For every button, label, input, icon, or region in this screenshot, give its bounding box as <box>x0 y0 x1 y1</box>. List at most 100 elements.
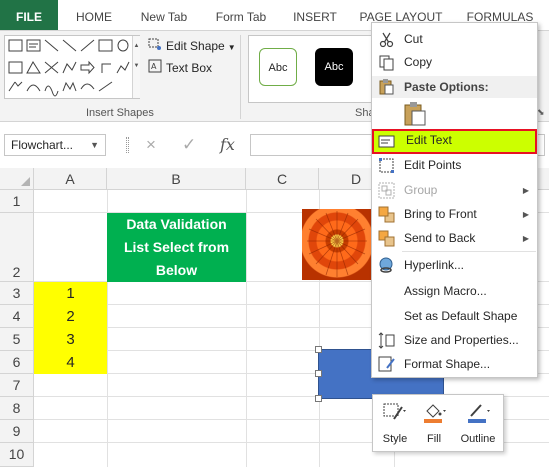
group-icon <box>378 182 395 199</box>
edit-points-icon <box>378 157 395 174</box>
svg-text:A: A <box>151 62 157 71</box>
enter-icon[interactable]: ✓ <box>182 134 196 156</box>
resize-handle[interactable] <box>315 370 322 377</box>
shape-styles-gallery[interactable]: Abc Abc <box>248 35 378 103</box>
dialog-launcher-icon[interactable]: ⬊ <box>537 107 545 118</box>
row-header-5[interactable]: 5 <box>0 328 34 351</box>
resize-handle[interactable] <box>315 346 322 353</box>
paste-options-header: Paste Options: <box>372 76 537 98</box>
submenu-arrow-icon: ▶ <box>522 210 529 219</box>
row-header-1[interactable]: 1 <box>0 190 34 213</box>
column-header-b[interactable]: B <box>107 168 246 190</box>
outline-pen-icon <box>465 401 491 425</box>
paste-options-label: Paste Options: <box>404 80 489 94</box>
tab-insert[interactable]: INSERT <box>284 0 346 30</box>
cell-a4[interactable]: 2 <box>34 305 107 328</box>
copy-icon <box>378 54 395 71</box>
ribbon-separator <box>240 35 241 119</box>
green-box-line-1: Data Validation <box>126 216 227 232</box>
paste-icon <box>378 78 395 102</box>
row-header-4[interactable]: 4 <box>0 305 34 328</box>
name-box-value: Flowchart... <box>11 138 74 152</box>
row-header-9[interactable]: 9 <box>0 420 34 443</box>
flower-picture[interactable] <box>302 209 372 280</box>
copy-label: Copy <box>404 55 433 69</box>
bring-to-front-icon <box>378 206 395 223</box>
size-properties-icon <box>378 332 395 349</box>
menu-item-copy[interactable]: Copy <box>372 51 537 74</box>
menu-item-group[interactable]: Group ▶ <box>372 179 537 202</box>
green-box-line-2: List Select from <box>123 239 230 255</box>
menu-item-assign-macro[interactable]: Assign Macro... <box>372 280 537 303</box>
edit-shape-label: Edit Shape <box>166 39 225 53</box>
row-header-10[interactable]: 10 <box>0 443 34 467</box>
insert-function-icon[interactable]: fx <box>220 134 235 156</box>
row-header-6[interactable]: 6 <box>0 351 34 374</box>
bring-to-front-label: Bring to Front <box>404 207 477 221</box>
send-to-back-label: Send to Back <box>404 231 476 245</box>
column-header-c[interactable]: C <box>246 168 319 190</box>
text-box-label: Text Box <box>166 61 213 75</box>
menu-item-send-to-back[interactable]: Send to Back ▶ <box>372 227 537 250</box>
text-box-button[interactable]: A Text Box <box>148 59 212 77</box>
set-default-shape-label: Set as Default Shape <box>404 309 518 323</box>
tab-file[interactable]: FILE <box>0 0 58 30</box>
format-shape-label: Format Shape... <box>404 357 491 371</box>
style-label: Style <box>382 433 408 445</box>
menu-separator <box>402 251 536 252</box>
style-swatch-outline[interactable]: Abc <box>259 48 297 86</box>
style-swatch-black[interactable]: Abc <box>315 48 353 86</box>
cut-label: Cut <box>404 32 423 46</box>
select-all-corner[interactable] <box>0 168 34 190</box>
edit-shape-button[interactable]: Edit Shape ▼ <box>148 37 236 55</box>
context-menu: Cut Copy Paste Options: Edit Text Edit P… <box>371 22 538 378</box>
gridline <box>246 190 247 467</box>
row-header-8[interactable]: 8 <box>0 397 34 420</box>
green-box-line-3: Below <box>155 262 198 278</box>
send-to-back-icon <box>378 230 395 247</box>
menu-item-hyperlink[interactable]: Hyperlink... <box>372 254 537 277</box>
menu-item-cut[interactable]: Cut <box>372 28 537 51</box>
shapes-gallery[interactable]: ▲ ▼ <box>4 35 140 99</box>
hyperlink-label: Hyperlink... <box>404 258 465 272</box>
row-header-2[interactable]: 2 <box>0 213 34 282</box>
scissors-icon <box>378 31 395 48</box>
tab-home[interactable]: HOME <box>62 0 126 30</box>
paste-keep-source-icon[interactable] <box>402 101 428 127</box>
tab-form-tab[interactable]: Form Tab <box>205 0 277 30</box>
menu-item-format-shape[interactable]: Format Shape... <box>372 353 537 376</box>
menu-item-bring-to-front[interactable]: Bring to Front ▶ <box>372 203 537 226</box>
gallery-up-icon[interactable]: ▲ <box>133 36 140 56</box>
group-label: Group <box>404 183 438 197</box>
data-validation-label-box[interactable]: Data Validation List Select from Below <box>107 213 246 282</box>
cancel-icon[interactable]: × <box>146 134 156 156</box>
menu-item-edit-text[interactable]: Edit Text <box>372 129 537 154</box>
text-box-icon: A <box>148 59 162 78</box>
column-header-a[interactable]: A <box>34 168 107 190</box>
insert-shapes-group-label: Insert Shapes <box>86 107 154 119</box>
assign-macro-label: Assign Macro... <box>404 284 487 298</box>
name-box-dropdown-icon[interactable]: ▼ <box>90 135 99 155</box>
menu-item-set-default-shape[interactable]: Set as Default Shape <box>372 305 537 328</box>
name-box[interactable]: Flowchart... ▼ <box>4 134 106 156</box>
resize-handle[interactable] <box>315 395 322 402</box>
size-properties-label: Size and Properties... <box>404 333 519 347</box>
cell-a3[interactable]: 1 <box>34 282 107 305</box>
menu-item-size-properties[interactable]: Size and Properties... <box>372 329 537 352</box>
outline-button[interactable]: Outline <box>453 395 503 451</box>
menu-item-edit-points[interactable]: Edit Points <box>372 154 537 177</box>
row-header-3[interactable]: 3 <box>0 282 34 305</box>
edit-text-icon <box>378 133 395 150</box>
gallery-more-icon[interactable]: ▼ <box>133 56 140 76</box>
shapes-gallery-scroll[interactable]: ▲ ▼ <box>132 36 140 98</box>
cell-a5[interactable]: 3 <box>34 328 107 351</box>
fill-button[interactable]: Fill <box>417 395 451 451</box>
style-button[interactable]: Style <box>375 395 415 451</box>
row-header-7[interactable]: 7 <box>0 374 34 397</box>
shapes-gallery-icons <box>8 39 130 97</box>
tab-new-tab[interactable]: New Tab <box>130 0 198 30</box>
cell-a6[interactable]: 4 <box>34 351 107 374</box>
format-shape-icon <box>378 356 395 373</box>
formula-bar-grip[interactable] <box>126 137 129 153</box>
submenu-arrow-icon: ▶ <box>522 234 529 243</box>
